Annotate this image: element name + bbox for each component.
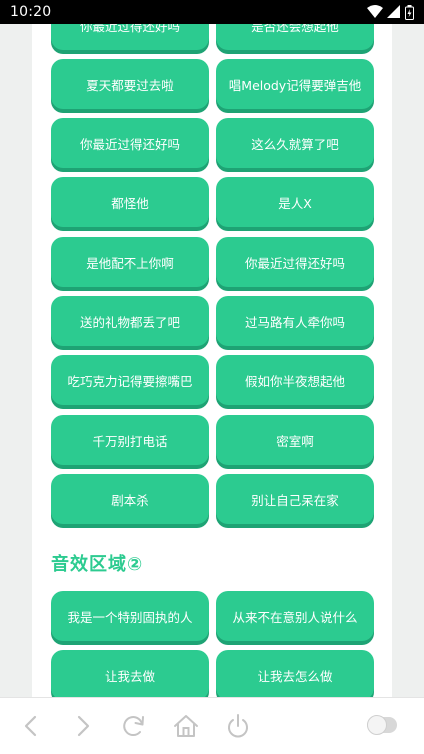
sound-button[interactable]: 吃巧克力记得要擦嘴巴 (51, 355, 209, 405)
forward-icon[interactable] (68, 712, 96, 740)
sound-button[interactable]: 让我去怎么做 (216, 650, 374, 697)
status-icons (367, 4, 414, 20)
sound-button[interactable]: 唱Melody记得要弹吉他 (216, 59, 374, 109)
sound-button[interactable]: 送的礼物都丢了吧 (51, 296, 209, 346)
status-bar: 10:20 (0, 0, 424, 24)
sound-button[interactable]: 剧本杀 (51, 474, 209, 524)
wifi-icon (367, 5, 383, 18)
status-time: 10:20 (10, 4, 52, 20)
sound-button[interactable]: 假如你半夜想起他 (216, 355, 374, 405)
section-title: 音效区域② (51, 554, 144, 575)
sound-button[interactable]: 我是一个特别固执的人 (51, 591, 209, 641)
sound-button[interactable]: 夏天都要过去啦 (51, 59, 209, 109)
back-icon[interactable] (18, 712, 46, 740)
bottom-nav-bar (0, 697, 424, 754)
toggle-knob (367, 715, 387, 735)
sound-board: 你最近过得还好吗 是否还会想起他 夏天都要过去啦 唱Melody记得要弹吉他 你… (32, 24, 392, 697)
battery-icon (405, 4, 414, 20)
sound-button[interactable]: 你最近过得还好吗 (216, 237, 374, 287)
sound-button[interactable]: 是人X (216, 177, 374, 227)
sound-button[interactable]: 你最近过得还好吗 (51, 118, 209, 168)
sound-button[interactable]: 密室啊 (216, 415, 374, 465)
sound-button[interactable]: 从来不在意别人说什么 (216, 591, 374, 641)
mode-toggle[interactable] (367, 715, 397, 735)
sound-button[interactable]: 让我去做 (51, 650, 209, 697)
power-icon[interactable] (224, 712, 252, 740)
refresh-icon[interactable] (120, 712, 148, 740)
sound-button[interactable]: 是否还会想起他 (216, 24, 374, 50)
sound-button[interactable]: 这么久就算了吧 (216, 118, 374, 168)
sound-button[interactable]: 都怪他 (51, 177, 209, 227)
sound-button[interactable]: 你最近过得还好吗 (51, 24, 209, 50)
sound-button[interactable]: 别让自己呆在家 (216, 474, 374, 524)
sound-button[interactable]: 过马路有人牵你吗 (216, 296, 374, 346)
sound-button[interactable]: 是他配不上你啊 (51, 237, 209, 287)
signal-icon (387, 5, 400, 18)
sound-button[interactable]: 千万别打电话 (51, 415, 209, 465)
home-icon[interactable] (172, 712, 200, 740)
